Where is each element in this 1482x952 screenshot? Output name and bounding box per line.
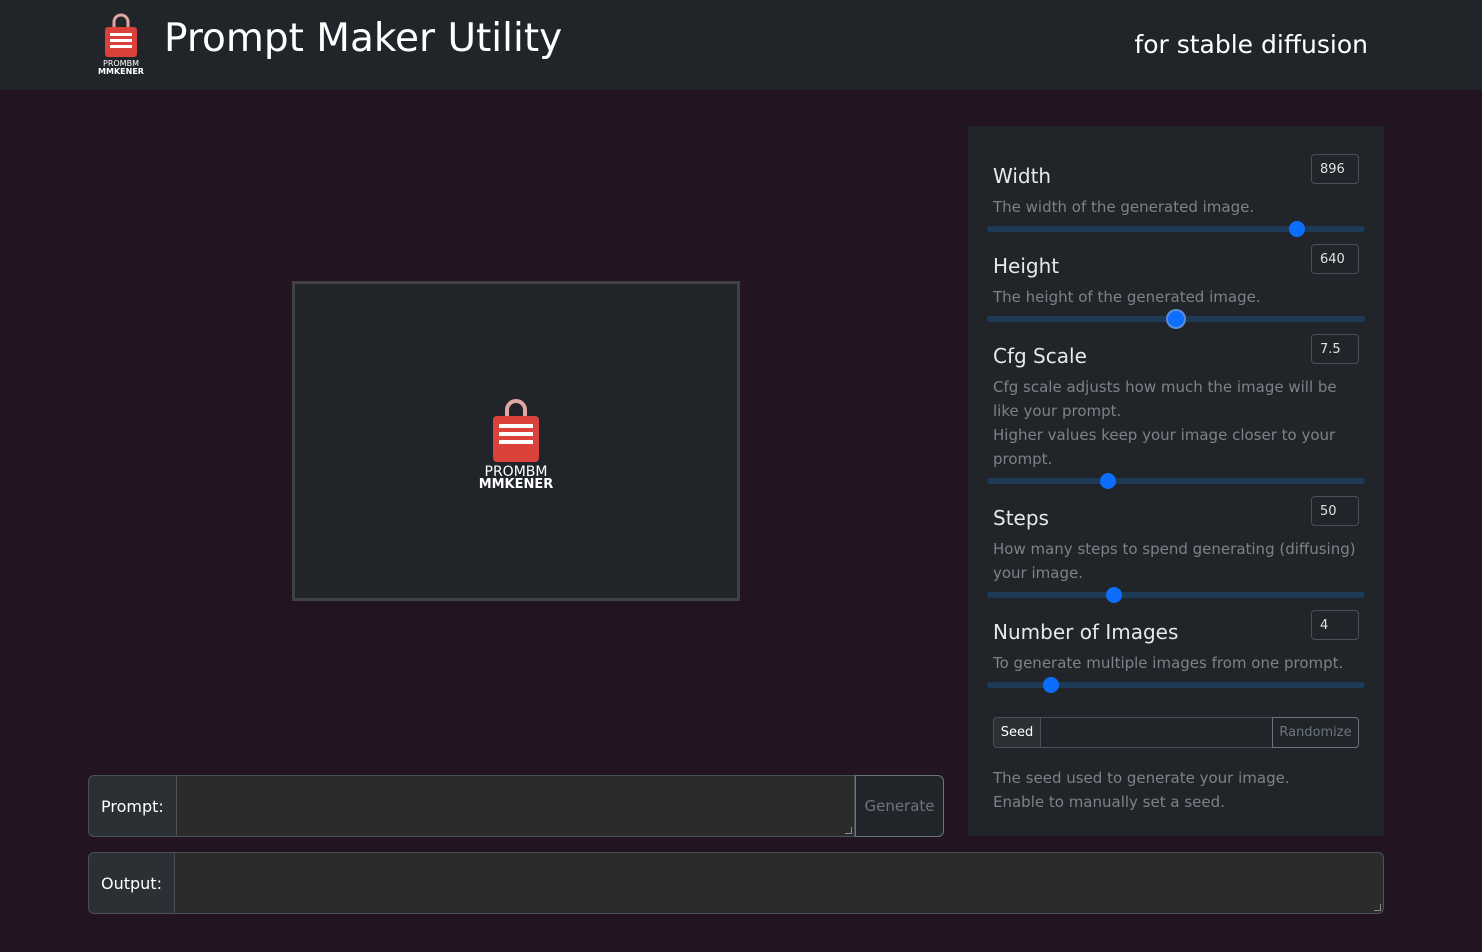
resize-handle-icon[interactable]: [1374, 904, 1381, 911]
cfg-scale-input[interactable]: 7.5: [1311, 334, 1359, 364]
logo-text-bottom: MMKENER: [98, 67, 144, 76]
steps-slider[interactable]: [987, 587, 1365, 603]
top-navbar: PROMBM MMKENER Prompt Maker Utility for …: [0, 0, 1482, 90]
steps-setting: Steps 50 How many steps to spend generat…: [993, 496, 1359, 585]
seed-desc-line2: Enable to manually set a seed.: [993, 793, 1225, 811]
height-input[interactable]: 640: [1311, 244, 1359, 274]
cfg-scale-slider-thumb[interactable]: [1099, 473, 1116, 489]
output-input-group: Output:: [88, 852, 1384, 914]
width-setting: Width 896 The width of the generated ima…: [993, 154, 1359, 219]
num-images-title: Number of Images: [993, 620, 1179, 644]
app-logo-icon[interactable]: PROMBM MMKENER: [92, 13, 150, 77]
settings-panel: Width 896 The width of the generated ima…: [968, 126, 1384, 836]
width-title: Width: [993, 164, 1052, 188]
height-description: The height of the generated image.: [993, 288, 1261, 306]
steps-input[interactable]: 50: [1311, 496, 1359, 526]
output-textarea[interactable]: [174, 852, 1384, 914]
output-label: Output:: [88, 852, 175, 914]
cfg-scale-title: Cfg Scale: [993, 344, 1087, 368]
placeholder-logo-icon: PROMBM MMKENER: [479, 399, 554, 490]
width-slider-thumb[interactable]: [1288, 221, 1305, 237]
cfg-scale-setting: Cfg Scale 7.5 Cfg scale adjusts how much…: [993, 334, 1359, 471]
width-description: The width of the generated image.: [993, 198, 1255, 216]
cfg-desc-line2: Higher values keep your image closer to …: [993, 426, 1336, 468]
seed-input-group: Seed Randomize: [993, 717, 1359, 748]
height-title: Height: [993, 254, 1060, 278]
app-subtitle: for stable diffusion: [1134, 30, 1368, 59]
num-images-description: To generate multiple images from one pro…: [993, 654, 1344, 672]
randomize-button[interactable]: Randomize: [1272, 717, 1359, 748]
image-preview: PROMBM MMKENER: [292, 281, 740, 601]
cfg-scale-description: Cfg scale adjusts how much the image wil…: [993, 375, 1359, 471]
generate-button[interactable]: Generate: [855, 775, 944, 837]
num-images-setting: Number of Images 4 To generate multiple …: [993, 610, 1359, 675]
num-images-input[interactable]: 4: [1311, 610, 1359, 640]
seed-input[interactable]: [1041, 717, 1272, 748]
prompt-textarea[interactable]: [176, 775, 855, 837]
seed-label: Seed: [993, 717, 1041, 748]
steps-description: How many steps to spend generating (diff…: [993, 540, 1356, 582]
cfg-scale-slider[interactable]: [987, 473, 1365, 489]
num-images-slider[interactable]: [987, 677, 1365, 693]
seed-desc-line1: The seed used to generate your image.: [993, 769, 1290, 787]
seed-description: The seed used to generate your image. En…: [993, 766, 1359, 814]
prompt-input-group: Prompt: Generate: [88, 775, 944, 837]
steps-title: Steps: [993, 506, 1049, 530]
cfg-desc-line1: Cfg scale adjusts how much the image wil…: [993, 378, 1337, 420]
placeholder-logo-text-bottom: MMKENER: [479, 477, 554, 490]
steps-slider-thumb[interactable]: [1105, 587, 1122, 603]
resize-handle-icon[interactable]: [845, 827, 852, 834]
width-input[interactable]: 896: [1311, 154, 1359, 184]
prompt-label: Prompt:: [88, 775, 177, 837]
height-setting: Height 640 The height of the generated i…: [993, 244, 1359, 309]
num-images-slider-thumb[interactable]: [1043, 677, 1060, 693]
width-slider[interactable]: [987, 221, 1365, 237]
height-slider[interactable]: [987, 311, 1365, 327]
height-slider-thumb[interactable]: [1168, 311, 1184, 327]
app-title[interactable]: Prompt Maker Utility: [164, 16, 562, 61]
